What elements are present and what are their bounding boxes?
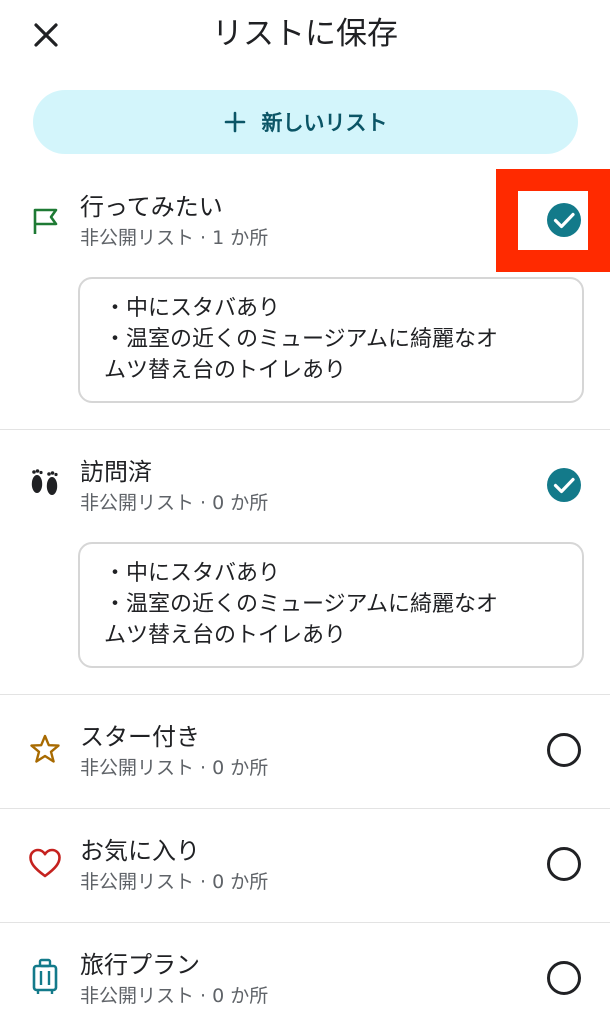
checked-circle-icon[interactable] bbox=[546, 467, 582, 503]
page-title: リストに保存 bbox=[212, 16, 398, 52]
list-name: 訪問済 bbox=[80, 458, 152, 486]
list-subtitle: 非公開リスト · 0 か所 bbox=[80, 492, 269, 514]
list-subtitle: 非公開リスト · 0 か所 bbox=[80, 985, 269, 1007]
note-line: ムツ替え台のトイレあり bbox=[104, 623, 347, 648]
heart-icon bbox=[26, 844, 64, 882]
note-line: ・中にスタバあり bbox=[104, 561, 281, 586]
list-note[interactable]: ・中にスタバあり ・温室の近くのミュージアムに綺麗なオ ムツ替え台のトイレあり bbox=[78, 277, 584, 403]
unchecked-circle-icon[interactable] bbox=[546, 846, 582, 882]
list-subtitle: 非公開リスト · 1 か所 bbox=[80, 227, 269, 249]
divider bbox=[0, 808, 610, 809]
divider bbox=[0, 429, 610, 430]
list-name: スター付き bbox=[80, 723, 200, 751]
unchecked-circle-icon[interactable] bbox=[546, 960, 582, 996]
list-name: 旅行プラン bbox=[80, 951, 200, 979]
new-list-button[interactable]: 新しいリスト bbox=[33, 90, 578, 154]
note-line: ・温室の近くのミュージアムに綺麗なオ bbox=[104, 592, 499, 617]
new-list-label: 新しいリスト bbox=[261, 111, 388, 135]
note-line: ・温室の近くのミュージアムに綺麗なオ bbox=[104, 327, 499, 352]
list-name: お気に入り bbox=[80, 837, 200, 865]
suitcase-icon bbox=[26, 958, 64, 996]
footprints-icon bbox=[26, 465, 64, 503]
plus-icon bbox=[224, 111, 245, 133]
checked-circle-icon[interactable] bbox=[546, 202, 582, 238]
list-subtitle: 非公開リスト · 0 か所 bbox=[80, 757, 269, 779]
flag-icon bbox=[26, 202, 64, 240]
unchecked-circle-icon[interactable] bbox=[546, 732, 582, 768]
divider bbox=[0, 694, 610, 695]
top-bar: リストに保存 bbox=[0, 0, 610, 72]
list-subtitle: 非公開リスト · 0 か所 bbox=[80, 871, 269, 893]
note-line: ムツ替え台のトイレあり bbox=[104, 358, 347, 383]
list-name: 行ってみたい bbox=[80, 193, 223, 221]
list-note[interactable]: ・中にスタバあり ・温室の近くのミュージアムに綺麗なオ ムツ替え台のトイレあり bbox=[78, 542, 584, 668]
star-icon bbox=[26, 730, 64, 768]
divider bbox=[0, 922, 610, 923]
note-line: ・中にスタバあり bbox=[104, 296, 281, 321]
